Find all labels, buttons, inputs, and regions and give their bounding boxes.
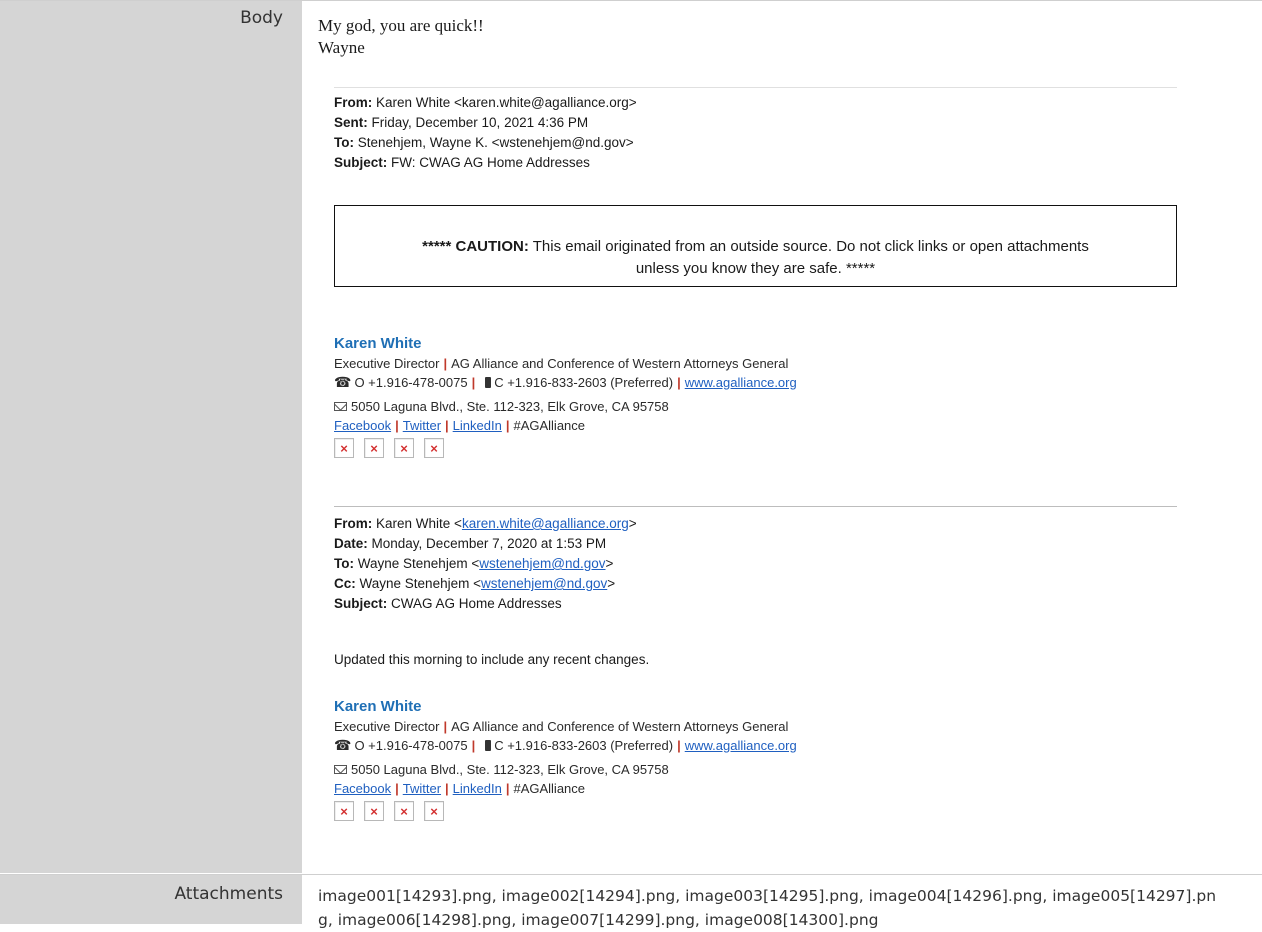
broken-image-icon[interactable]: × xyxy=(424,438,444,458)
broken-image-icon[interactable]: × xyxy=(334,438,354,458)
broken-image-icon[interactable]: × xyxy=(394,438,414,458)
attachments-label: Attachments xyxy=(0,875,302,924)
email-record-page: Body My god, you are quick!! Wayne From:… xyxy=(0,0,1262,929)
to-line: To: Stenehjem, Wayne K. <wstenehjem@nd.g… xyxy=(334,135,634,150)
body-row: Body My god, you are quick!! Wayne From:… xyxy=(0,1,1262,873)
envelope-icon xyxy=(334,765,347,774)
body-value: My god, you are quick!! Wayne From: Kare… xyxy=(302,1,1262,873)
opening-signoff: Wayne xyxy=(318,38,365,57)
mobile-icon xyxy=(485,377,492,388)
signature-address-line: 5050 Laguna Blvd., Ste. 112-323, Elk Gro… xyxy=(334,760,797,779)
caution-line2: unless you know they are safe. ***** xyxy=(635,260,876,277)
subject-line: Subject: CWAG AG Home Addresses xyxy=(334,596,562,611)
opening-line: My god, you are quick!! xyxy=(318,16,484,35)
signature-name: Karen White xyxy=(334,698,422,715)
email-link[interactable]: karen.white@agalliance.org xyxy=(462,516,629,531)
opening-text: My god, you are quick!! Wayne xyxy=(318,15,484,59)
linkedin-link[interactable]: LinkedIn xyxy=(453,781,502,796)
divider xyxy=(334,506,1177,507)
linkedin-link[interactable]: LinkedIn xyxy=(453,418,502,433)
divider xyxy=(334,87,1177,88)
email-link[interactable]: wstenehjem@nd.gov xyxy=(481,576,607,591)
original-message-header: From: Karen White <karen.white@agallianc… xyxy=(334,514,637,614)
broken-image-icon[interactable]: × xyxy=(394,801,414,821)
attachments-row: Attachments image001[14293].png, image00… xyxy=(0,874,1262,929)
signature-phone-line: ☎ O +1.916-478-0075 | C +1.916-833-2603 (Pr… xyxy=(334,374,797,390)
social-image-row: × × × × xyxy=(334,438,797,458)
signature-address-line: 5050 Laguna Blvd., Ste. 112-323, Elk Gro… xyxy=(334,397,797,416)
subject-line: Subject: FW: CWAG AG Home Addresses xyxy=(334,155,590,170)
caution-banner: ***** CAUTION: This email originated fro… xyxy=(334,205,1177,287)
twitter-link[interactable]: Twitter xyxy=(403,418,441,433)
facebook-link[interactable]: Facebook xyxy=(334,418,391,433)
website-link[interactable]: www.agalliance.org xyxy=(685,375,797,390)
broken-image-icon[interactable]: × xyxy=(364,438,384,458)
attachments-list: image001[14293].png, image002[14294].png… xyxy=(318,887,1217,929)
social-image-row: × × × × xyxy=(334,801,797,821)
website-link[interactable]: www.agalliance.org xyxy=(685,738,797,753)
broken-image-icon[interactable]: × xyxy=(334,801,354,821)
attachments-value: image001[14293].png, image002[14294].png… xyxy=(302,875,1262,929)
facebook-link[interactable]: Facebook xyxy=(334,781,391,796)
message-text: Updated this morning to include any rece… xyxy=(334,652,650,667)
pipe-separator: | xyxy=(443,719,448,734)
caution-line1: ***** CAUTION: This email originated fro… xyxy=(422,238,1089,255)
twitter-link[interactable]: Twitter xyxy=(403,781,441,796)
mobile-icon xyxy=(485,740,492,751)
sent-line: Sent: Friday, December 10, 2021 4:36 PM xyxy=(334,115,589,130)
to-line: To: Wayne Stenehjem <wstenehjem@nd.gov> xyxy=(334,556,614,571)
email-link[interactable]: wstenehjem@nd.gov xyxy=(479,556,605,571)
signature-block: Karen White Executive Director | AG Allian… xyxy=(334,697,797,821)
cc-line: Cc: Wayne Stenehjem <wstenehjem@nd.gov> xyxy=(334,576,616,591)
signature-title-line: Executive Director | AG Alliance and Confe… xyxy=(334,719,789,734)
phone-icon: ☎ xyxy=(334,374,352,390)
date-line: Date: Monday, December 7, 2020 at 1:53 P… xyxy=(334,536,607,551)
broken-image-icon[interactable]: × xyxy=(364,801,384,821)
envelope-icon xyxy=(334,402,347,411)
broken-image-icon[interactable]: × xyxy=(424,801,444,821)
signature-phone-line: ☎ O +1.916-478-0075 | C +1.916-833-2603 (Pr… xyxy=(334,737,797,753)
pipe-separator: | xyxy=(443,356,448,371)
phone-icon: ☎ xyxy=(334,737,352,753)
signature-social-line: Facebook | Twitter | LinkedIn | #AGAlliance xyxy=(334,418,586,433)
signature-social-line: Facebook | Twitter | LinkedIn | #AGAlliance xyxy=(334,781,586,796)
signature-block: Karen White Executive Director | AG Allian… xyxy=(334,334,797,458)
forward-header: From: Karen White <karen.white@agallianc… xyxy=(334,93,637,173)
from-line: From: Karen White <karen.white@agallianc… xyxy=(334,516,637,531)
body-label: Body xyxy=(0,1,302,873)
signature-name: Karen White xyxy=(334,335,422,352)
signature-title-line: Executive Director | AG Alliance and Confe… xyxy=(334,356,789,371)
from-line: From: Karen White <karen.white@agallianc… xyxy=(334,95,637,110)
